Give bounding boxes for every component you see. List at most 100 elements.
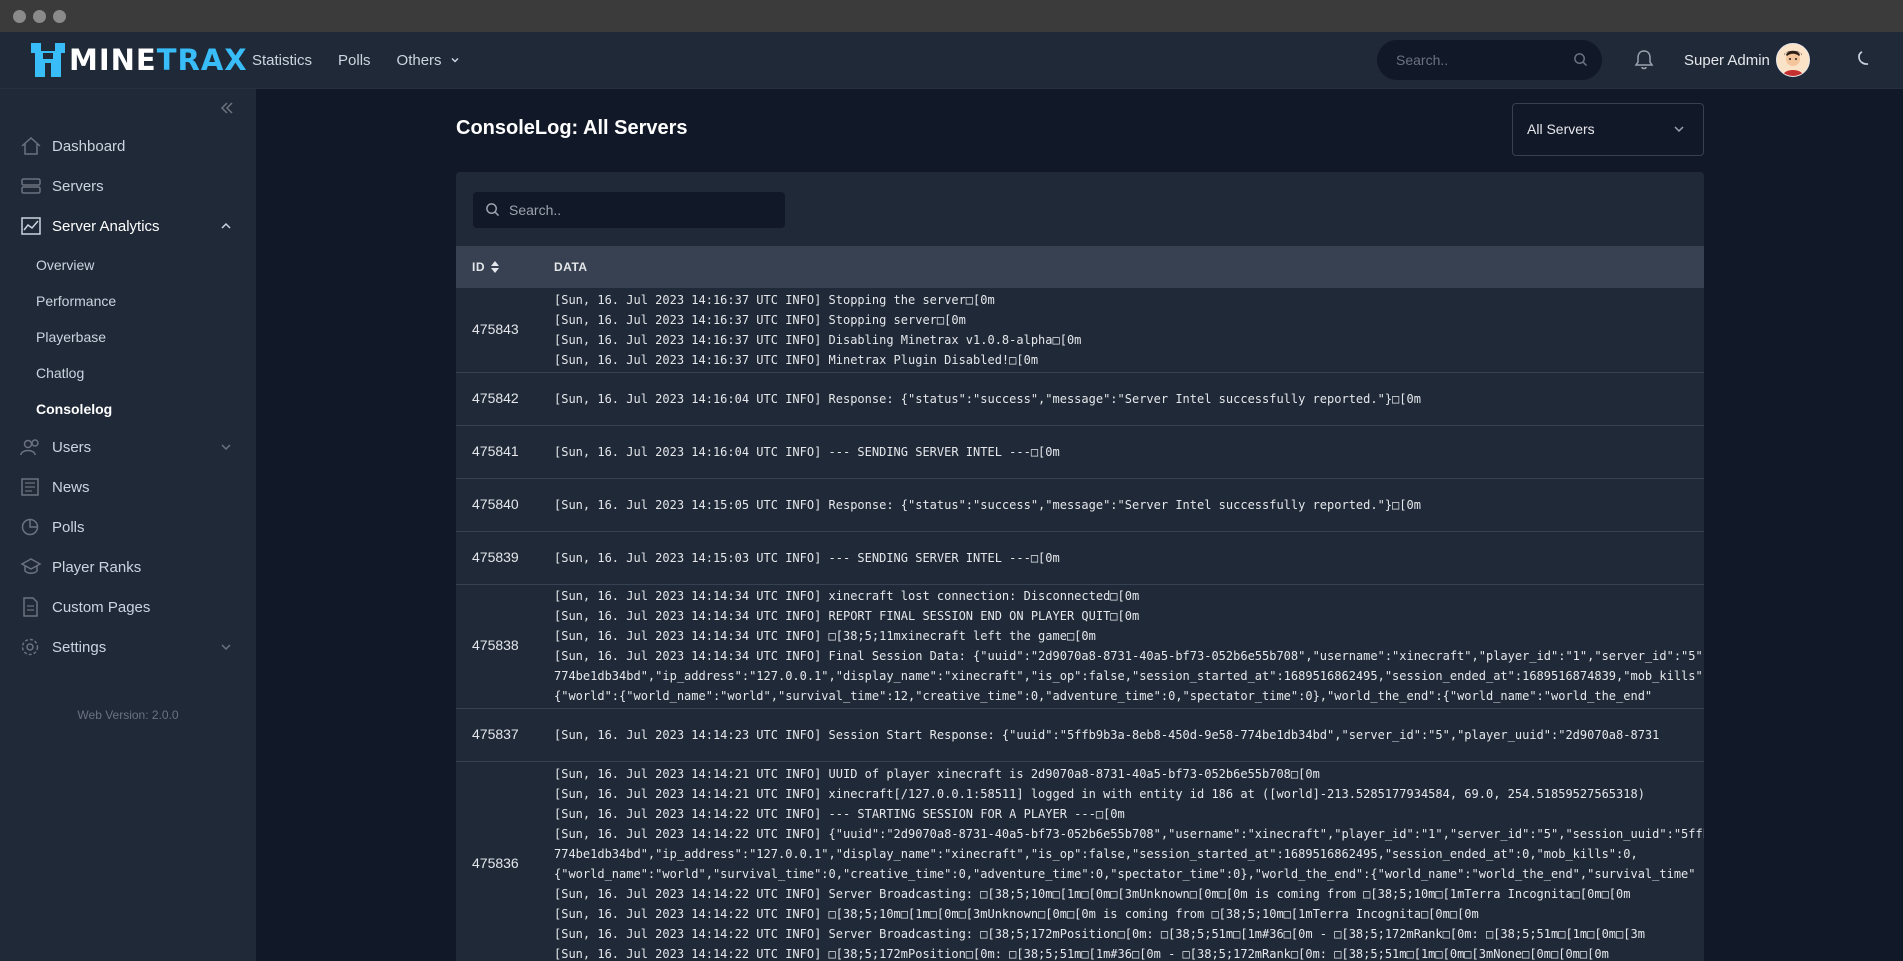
log-line: [Sun, 16. Jul 2023 14:16:37 UTC INFO] Mi… <box>554 353 1039 367</box>
brand-logo[interactable]: MINETRAX <box>31 40 248 80</box>
sidebar-item-custom-pages[interactable]: Custom Pages <box>20 593 232 621</box>
row-id: 475837 <box>472 726 519 742</box>
row-id: 475838 <box>472 637 519 653</box>
brand-wordmark: MINETRAX <box>69 43 248 77</box>
log-line: [Sun, 16. Jul 2023 14:14:21 UTC INFO] xi… <box>554 787 1645 801</box>
sidebar-item-label: Player Ranks <box>52 558 142 576</box>
table-row: 475840 [Sun, 16. Jul 2023 14:15:05 UTC IN… <box>456 478 1704 532</box>
pie-chart-icon <box>21 518 39 536</box>
sidebar-subitem-chatlog[interactable]: Chatlog <box>36 365 84 381</box>
search-icon <box>486 203 500 217</box>
gear-icon <box>21 638 39 656</box>
chevron-down-icon <box>451 57 459 63</box>
sidebar-subitem-performance[interactable]: Performance <box>36 293 116 309</box>
minetrax-logo-icon <box>31 43 65 77</box>
sidebar-item-servers[interactable]: Servers <box>20 172 232 200</box>
log-line: [Sun, 16. Jul 2023 14:14:34 UTC INFO] Fi… <box>554 649 1704 663</box>
table-row: 475836 [Sun, 16. Jul 2023 14:14:21 UTC IN… <box>456 761 1704 961</box>
table-row: 475841 [Sun, 16. Jul 2023 14:16:04 UTC IN… <box>456 425 1704 479</box>
table-search-placeholder: Search.. <box>509 202 562 218</box>
log-line: {"world":{"world_name":"world","survival… <box>554 689 1653 703</box>
sidebar-item-label: Dashboard <box>52 137 126 155</box>
nav-polls[interactable]: Polls <box>338 52 371 69</box>
server-icon <box>21 178 41 194</box>
rank-badge-icon <box>20 558 42 574</box>
row-log-lines: [Sun, 16. Jul 2023 14:16:37 UTC INFO] St… <box>554 290 1704 370</box>
chart-analytics-icon <box>21 217 41 235</box>
window-titlebar <box>0 0 1903 32</box>
row-id: 475839 <box>472 549 519 565</box>
column-header-id[interactable]: ID <box>472 260 499 274</box>
global-search-placeholder: Search.. <box>1396 52 1449 68</box>
sidebar-item-player-ranks[interactable]: Player Ranks <box>20 553 232 581</box>
table-row: 475838 [Sun, 16. Jul 2023 14:14:34 UTC IN… <box>456 584 1704 709</box>
consolelog-panel: Search.. ID DATA 475843 [Sun, 16. Jul 202… <box>456 172 1704 961</box>
sidebar-item-label: Custom Pages <box>52 598 151 616</box>
server-select[interactable]: All Servers <box>1512 103 1704 156</box>
row-id: 475836 <box>472 855 519 871</box>
row-id: 475840 <box>472 496 519 512</box>
sidebar-item-label: Users <box>52 438 92 456</box>
log-line: [Sun, 16. Jul 2023 14:14:22 UTC INFO] □[… <box>554 907 1479 921</box>
log-line: {"world_name":"world","survival_time":0,… <box>554 867 1696 881</box>
row-log-lines: [Sun, 16. Jul 2023 14:15:03 UTC INFO] --… <box>554 548 1704 568</box>
log-line: [Sun, 16. Jul 2023 14:14:22 UTC INFO] □[… <box>554 947 1609 961</box>
nav-others[interactable]: Others <box>397 52 460 69</box>
row-id: 475842 <box>472 390 519 406</box>
row-log-lines: [Sun, 16. Jul 2023 14:14:34 UTC INFO] xi… <box>554 586 1704 706</box>
sidebar-subitem-consolelog[interactable]: Consolelog <box>36 401 112 417</box>
table-search-input[interactable]: Search.. <box>473 192 785 228</box>
sidebar-item-dashboard[interactable]: Dashboard <box>20 132 232 160</box>
log-line: 774be1db34bd","ip_address":"127.0.0.1","… <box>554 847 1638 861</box>
global-search-input[interactable]: Search.. <box>1377 40 1602 80</box>
dark-mode-toggle-icon[interactable] <box>1853 48 1873 68</box>
sidebar-item-label: Servers <box>52 177 104 195</box>
sidebar-item-settings[interactable]: Settings <box>20 633 232 661</box>
web-version: Web Version: 2.0.0 <box>77 708 179 722</box>
sidebar-item-label: Server Analytics <box>52 217 160 235</box>
main-nav: Statistics Polls Others <box>252 32 460 88</box>
top-navbar: MINETRAX Statistics Polls Others Search.… <box>0 32 1903 89</box>
log-line: [Sun, 16. Jul 2023 14:14:23 UTC INFO] Se… <box>554 728 1660 742</box>
row-log-lines: [Sun, 16. Jul 2023 14:15:05 UTC INFO] Re… <box>554 495 1704 515</box>
log-line: [Sun, 16. Jul 2023 14:14:22 UTC INFO] Se… <box>554 927 1645 941</box>
sidebar-item-news[interactable]: News <box>20 473 232 501</box>
sidebar-item-users[interactable]: Users <box>20 433 232 461</box>
log-line: [Sun, 16. Jul 2023 14:14:22 UTC INFO] Se… <box>554 887 1631 901</box>
sidebar-item-server-analytics[interactable]: Server Analytics <box>20 212 232 240</box>
page-title: ConsoleLog: All Servers <box>456 117 688 139</box>
column-header-data: DATA <box>554 260 588 274</box>
notifications-bell-icon[interactable] <box>1634 49 1654 71</box>
log-line: [Sun, 16. Jul 2023 14:14:22 UTC INFO] {"… <box>554 827 1704 841</box>
log-line: [Sun, 16. Jul 2023 14:14:34 UTC INFO] □[… <box>554 629 1096 643</box>
log-line: [Sun, 16. Jul 2023 14:14:34 UTC INFO] RE… <box>554 609 1140 623</box>
window-close-button[interactable] <box>13 10 26 23</box>
row-log-lines: [Sun, 16. Jul 2023 14:14:23 UTC INFO] Se… <box>554 725 1704 745</box>
column-header-id-label: ID <box>472 260 485 274</box>
sidebar-item-label: Settings <box>52 638 107 656</box>
user-name: Super Admin <box>1684 51 1770 69</box>
log-line: [Sun, 16. Jul 2023 14:16:37 UTC INFO] Di… <box>554 333 1082 347</box>
search-icon <box>1574 53 1588 67</box>
document-icon <box>23 597 38 617</box>
collapse-sidebar-icon[interactable] <box>219 100 235 116</box>
user-avatar-icon <box>1776 44 1809 76</box>
nav-statistics[interactable]: Statistics <box>252 52 312 69</box>
newspaper-icon <box>21 478 39 496</box>
log-line: [Sun, 16. Jul 2023 14:14:21 UTC INFO] UU… <box>554 767 1320 781</box>
sidebar-subitem-playerbase[interactable]: Playerbase <box>36 329 106 345</box>
user-menu[interactable]: Super Admin <box>1684 32 1810 88</box>
row-log-lines: [Sun, 16. Jul 2023 14:16:04 UTC INFO] Re… <box>554 389 1704 409</box>
window-minimize-button[interactable] <box>33 10 46 23</box>
table-row: 475843 [Sun, 16. Jul 2023 14:16:37 UTC IN… <box>456 288 1704 373</box>
chevron-down-icon <box>1674 126 1684 133</box>
chevron-down-icon <box>221 444 231 451</box>
users-icon <box>20 439 39 456</box>
row-id: 475843 <box>472 321 519 337</box>
sidebar-subitem-overview[interactable]: Overview <box>36 257 94 273</box>
log-line: [Sun, 16. Jul 2023 14:14:34 UTC INFO] xi… <box>554 589 1140 603</box>
home-icon <box>21 136 41 155</box>
window-maximize-button[interactable] <box>53 10 66 23</box>
avatar <box>1775 43 1810 77</box>
sidebar-item-polls[interactable]: Polls <box>20 513 232 541</box>
